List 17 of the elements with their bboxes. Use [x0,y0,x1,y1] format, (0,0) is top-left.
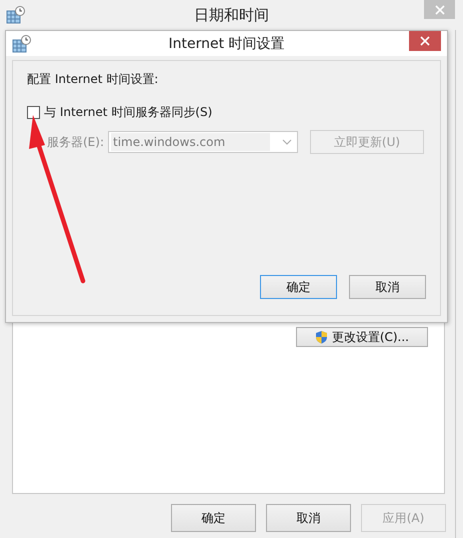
sync-checkbox[interactable] [27,106,40,119]
dialog-button[interactable]: 确定 [171,504,256,532]
dialog-button[interactable]: 取消 [266,504,351,532]
change-settings-button[interactable]: 更改设置(C)... [296,327,428,347]
section-heading: 配置 Internet 时间设置: [27,71,160,88]
dialog-button[interactable]: 取消 [349,275,426,299]
dialog-title: Internet 时间设置 [167,34,286,52]
close-icon [434,4,444,14]
close-icon [420,36,430,46]
shield-icon [314,330,328,344]
calendar-clock-icon [6,6,26,24]
calendar-clock-icon [12,34,32,52]
window-title: 日期和时间 [193,6,270,24]
server-label: 服务器(E): [47,134,105,150]
checkbox-label: 与 Internet 时间服务器同步(S) [44,104,212,121]
dialog-button[interactable]: 确定 [260,275,337,299]
close-button[interactable] [409,31,441,51]
